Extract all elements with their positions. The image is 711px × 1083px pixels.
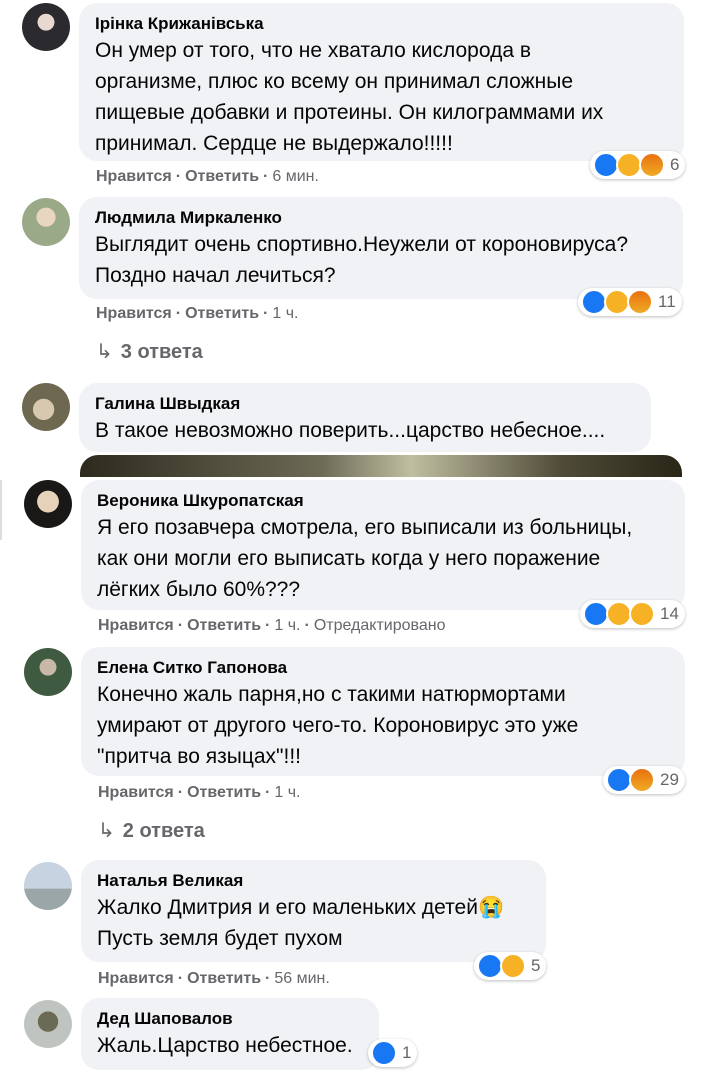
view-replies-link[interactable]: ↳ 2 ответа bbox=[98, 818, 205, 843]
separator: · bbox=[265, 970, 271, 987]
comment-author[interactable]: Елена Ситко Гапонова bbox=[97, 657, 669, 679]
reply-arrow-icon: ↳ bbox=[98, 820, 115, 842]
avatar[interactable] bbox=[24, 480, 72, 528]
attached-image-preview[interactable] bbox=[80, 455, 682, 477]
comment-author[interactable]: Ірінка Крижанівська bbox=[95, 13, 668, 35]
reactions-summary[interactable]: 5 bbox=[474, 952, 547, 980]
reactions-summary[interactable]: 1 bbox=[368, 1039, 418, 1067]
comment-time[interactable]: 56 мин. bbox=[274, 970, 329, 987]
separator: · bbox=[177, 617, 184, 634]
reply-link[interactable]: Ответить bbox=[185, 168, 259, 185]
comment-actions: Нравится · Ответить · 6 мин. bbox=[96, 168, 319, 186]
comment-text: Я его позавчера смотрела, его выписали и… bbox=[97, 516, 633, 601]
comment-author[interactable]: Наталья Великая bbox=[97, 870, 530, 892]
sad-icon bbox=[629, 601, 655, 627]
comment-bubble: Дед Шаповалов Жаль.Царство небестное. bbox=[81, 998, 379, 1070]
replies-count: 3 ответа bbox=[120, 341, 203, 363]
avatar[interactable] bbox=[22, 3, 70, 51]
comment-time[interactable]: 6 мин. bbox=[272, 168, 319, 185]
comment-bubble: Наталья Великая Жалко Дмитрия и его мале… bbox=[81, 860, 546, 962]
comment-bubble: Вероника Шкуропатская Я его позавчера см… bbox=[81, 480, 685, 610]
avatar[interactable] bbox=[24, 1000, 72, 1048]
comment-text: В такое невозможно поверить...царство не… bbox=[95, 419, 606, 442]
comment-bubble: Галина Швыдкая В такое невозможно повери… bbox=[79, 383, 651, 452]
angry-icon bbox=[627, 289, 653, 315]
comment-text: Жаль.Царство небестное. bbox=[97, 1034, 353, 1057]
avatar[interactable] bbox=[24, 862, 72, 910]
reaction-count: 14 bbox=[660, 604, 679, 623]
comment-text: Жалко Дмитрия и его маленьких детей😭 Пус… bbox=[97, 896, 505, 950]
comment-bubble: Ірінка Крижанівська Он умер от того, что… bbox=[79, 3, 684, 161]
like-link[interactable]: Нравится bbox=[96, 168, 172, 185]
comment-author[interactable]: Людмила Миркаленко bbox=[95, 207, 667, 229]
separator: · bbox=[265, 617, 271, 634]
avatar[interactable] bbox=[22, 383, 70, 431]
reactions-summary[interactable]: 29 bbox=[603, 766, 685, 794]
reaction-count: 6 bbox=[670, 155, 680, 174]
reply-arrow-icon: ↳ bbox=[96, 341, 113, 363]
separator: · bbox=[175, 168, 182, 185]
separator: · bbox=[263, 168, 269, 185]
like-link[interactable]: Нравится bbox=[98, 970, 174, 987]
reply-link[interactable]: Ответить bbox=[185, 305, 259, 322]
comment-actions: Нравится · Ответить · 1 ч. · Отредактировано bbox=[98, 617, 445, 635]
sad-icon bbox=[500, 953, 526, 979]
separator: · bbox=[304, 617, 310, 634]
view-replies-link[interactable]: ↳ 3 ответа bbox=[96, 339, 203, 364]
comment-text: Выглядит очень спортивно.Неужели от коро… bbox=[95, 233, 629, 287]
like-link[interactable]: Нравится bbox=[98, 784, 174, 801]
comment-author[interactable]: Галина Швыдкая bbox=[95, 393, 635, 415]
comment-actions: Нравится · Ответить · 1 ч. bbox=[96, 305, 298, 323]
separator: · bbox=[175, 305, 182, 322]
comment-text: Он умер от того, что не хватало кислород… bbox=[95, 39, 604, 155]
reaction-count: 29 bbox=[660, 770, 679, 789]
reactions-summary[interactable]: 11 bbox=[578, 288, 682, 316]
comment-bubble: Елена Ситко Гапонова Конечно жаль парня,… bbox=[81, 647, 685, 776]
separator: · bbox=[177, 970, 184, 987]
avatar[interactable] bbox=[22, 198, 70, 246]
avatar[interactable] bbox=[24, 648, 72, 696]
reaction-count: 11 bbox=[658, 292, 676, 311]
replies-count: 2 ответа bbox=[122, 820, 205, 842]
reply-link[interactable]: Ответить bbox=[187, 784, 261, 801]
comment-bubble: Людмила Миркаленко Выглядит очень спорти… bbox=[79, 197, 683, 299]
reactions-summary[interactable]: 6 bbox=[590, 151, 686, 179]
reply-link[interactable]: Ответить bbox=[187, 970, 261, 987]
separator: · bbox=[265, 784, 271, 801]
comment-author[interactable]: Дед Шаповалов bbox=[97, 1008, 363, 1030]
separator: · bbox=[177, 784, 184, 801]
comment-text: Конечно жаль парня,но с такими натюрморт… bbox=[97, 683, 579, 768]
comment-actions: Нравится · Ответить · 1 ч. bbox=[98, 784, 300, 802]
comment-time[interactable]: 1 ч. bbox=[274, 784, 300, 801]
angry-icon bbox=[629, 767, 655, 793]
separator: · bbox=[263, 305, 269, 322]
reaction-count: 5 bbox=[531, 956, 541, 975]
like-link[interactable]: Нравится bbox=[96, 305, 172, 322]
comment-time[interactable]: 1 ч. bbox=[274, 617, 300, 634]
comment-actions: Нравится · Ответить · 56 мин. bbox=[98, 970, 330, 988]
comment-author[interactable]: Вероника Шкуропатская bbox=[97, 490, 669, 512]
comment-time[interactable]: 1 ч. bbox=[272, 305, 298, 322]
divider bbox=[0, 480, 2, 540]
angry-icon bbox=[639, 152, 665, 178]
reactions-summary[interactable]: 14 bbox=[580, 600, 685, 628]
edited-label[interactable]: Отредактировано bbox=[314, 617, 446, 634]
like-icon bbox=[371, 1040, 397, 1066]
like-link[interactable]: Нравится bbox=[98, 617, 174, 634]
reaction-count: 1 bbox=[402, 1043, 412, 1062]
reply-link[interactable]: Ответить bbox=[187, 617, 261, 634]
